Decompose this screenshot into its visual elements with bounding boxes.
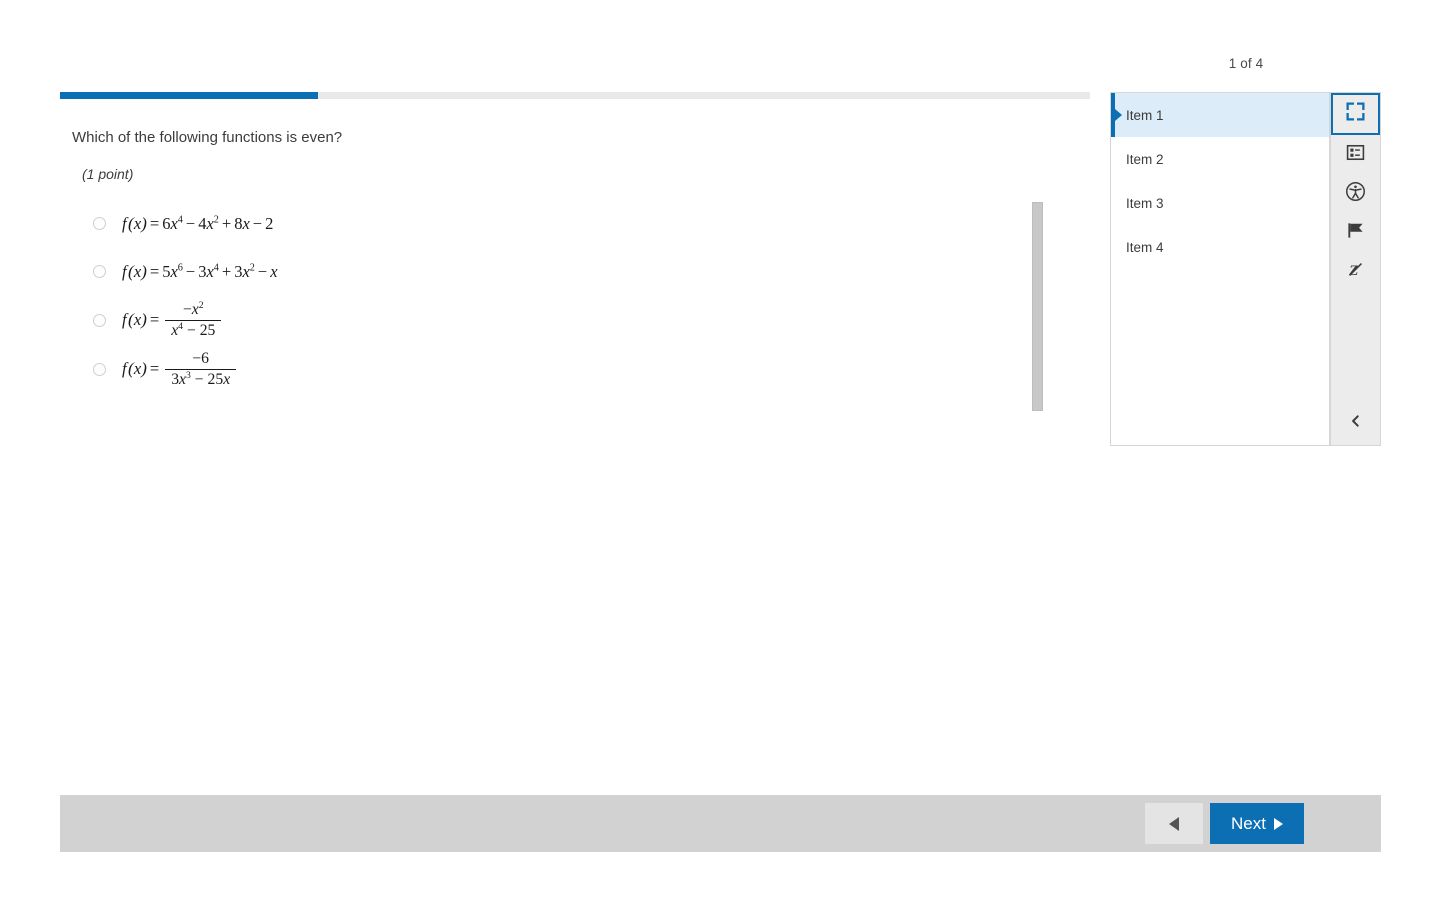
answer-choice-list: f (x) = 6x4 −4x2 +8x −2 f (x) = 5x6 −3x4…	[60, 200, 1045, 394]
page-counter: 1 of 4	[1228, 56, 1264, 71]
strikethrough-button[interactable]: Z	[1331, 252, 1380, 291]
flag-button[interactable]	[1331, 213, 1380, 252]
radio-button-b[interactable]	[93, 265, 106, 278]
triangle-left-icon	[1169, 816, 1179, 831]
item-panel-label-1: Item 1	[1126, 107, 1164, 123]
previous-button[interactable]	[1145, 803, 1203, 844]
answer-choice-b-math: f (x) = 5x6 −3x4 +3x2 − x	[122, 261, 278, 281]
flag-icon	[1346, 221, 1365, 245]
progress-bar-track	[60, 92, 1090, 99]
item-panel-row-2[interactable]: Item 2	[1111, 137, 1329, 181]
radio-button-d[interactable]	[93, 362, 106, 376]
answer-choice-c[interactable]: f (x) = −x2 x4 − 25	[88, 296, 1045, 345]
tool-icon-rail: Z	[1330, 92, 1381, 446]
question-stem: Which of the following functions is even…	[72, 129, 343, 146]
content-scrollbar-thumb[interactable]	[1032, 202, 1043, 411]
answer-choice-b[interactable]: f (x) = 5x6 −3x4 +3x2 − x	[88, 248, 1045, 296]
progress-bar-fill	[60, 92, 318, 99]
strikethrough-icon: Z	[1346, 260, 1365, 284]
triangle-right-icon	[1273, 817, 1283, 830]
next-button-label: Next	[1231, 813, 1266, 833]
accessibility-button[interactable]	[1331, 174, 1380, 213]
answer-choice-a-math: f (x) = 6x4 −4x2 +8x −2	[122, 213, 274, 233]
fullscreen-icon	[1345, 101, 1366, 127]
accessibility-icon	[1345, 181, 1366, 207]
radio-button-c[interactable]	[93, 313, 106, 327]
chevron-left-icon	[1349, 414, 1363, 433]
answer-choice-d[interactable]: f (x) = −6 3x3 − 25x	[88, 345, 1045, 394]
item-panel-row-3[interactable]: Item 3	[1111, 181, 1329, 225]
radio-button-a[interactable]	[93, 217, 106, 230]
item-panel-row-4[interactable]: Item 4	[1111, 225, 1329, 269]
item-list-button[interactable]	[1331, 135, 1380, 174]
item-navigation-panel: Item 1 Item 2 Item 3 Item 4	[1110, 92, 1330, 446]
question-points: (1 point)	[82, 165, 134, 182]
item-panel-label-3: Item 3	[1126, 195, 1164, 211]
fullscreen-button[interactable]	[1331, 93, 1380, 135]
item-panel-label-2: Item 2	[1126, 151, 1164, 167]
answer-choice-d-math: f (x) = −6 3x3 − 25x	[122, 350, 237, 389]
item-list-icon	[1346, 143, 1365, 167]
item-panel-label-4: Item 4	[1126, 239, 1164, 255]
footer-navigation-bar: Next	[60, 795, 1381, 852]
collapse-panel-button[interactable]	[1331, 405, 1380, 441]
item-panel-row-1[interactable]: Item 1	[1111, 93, 1329, 137]
answer-choice-a[interactable]: f (x) = 6x4 −4x2 +8x −2	[88, 200, 1045, 248]
answer-choice-c-math: f (x) = −x2 x4 − 25	[122, 300, 222, 340]
next-button[interactable]: Next	[1210, 803, 1304, 844]
question-area: Which of the following functions is even…	[60, 112, 1045, 394]
